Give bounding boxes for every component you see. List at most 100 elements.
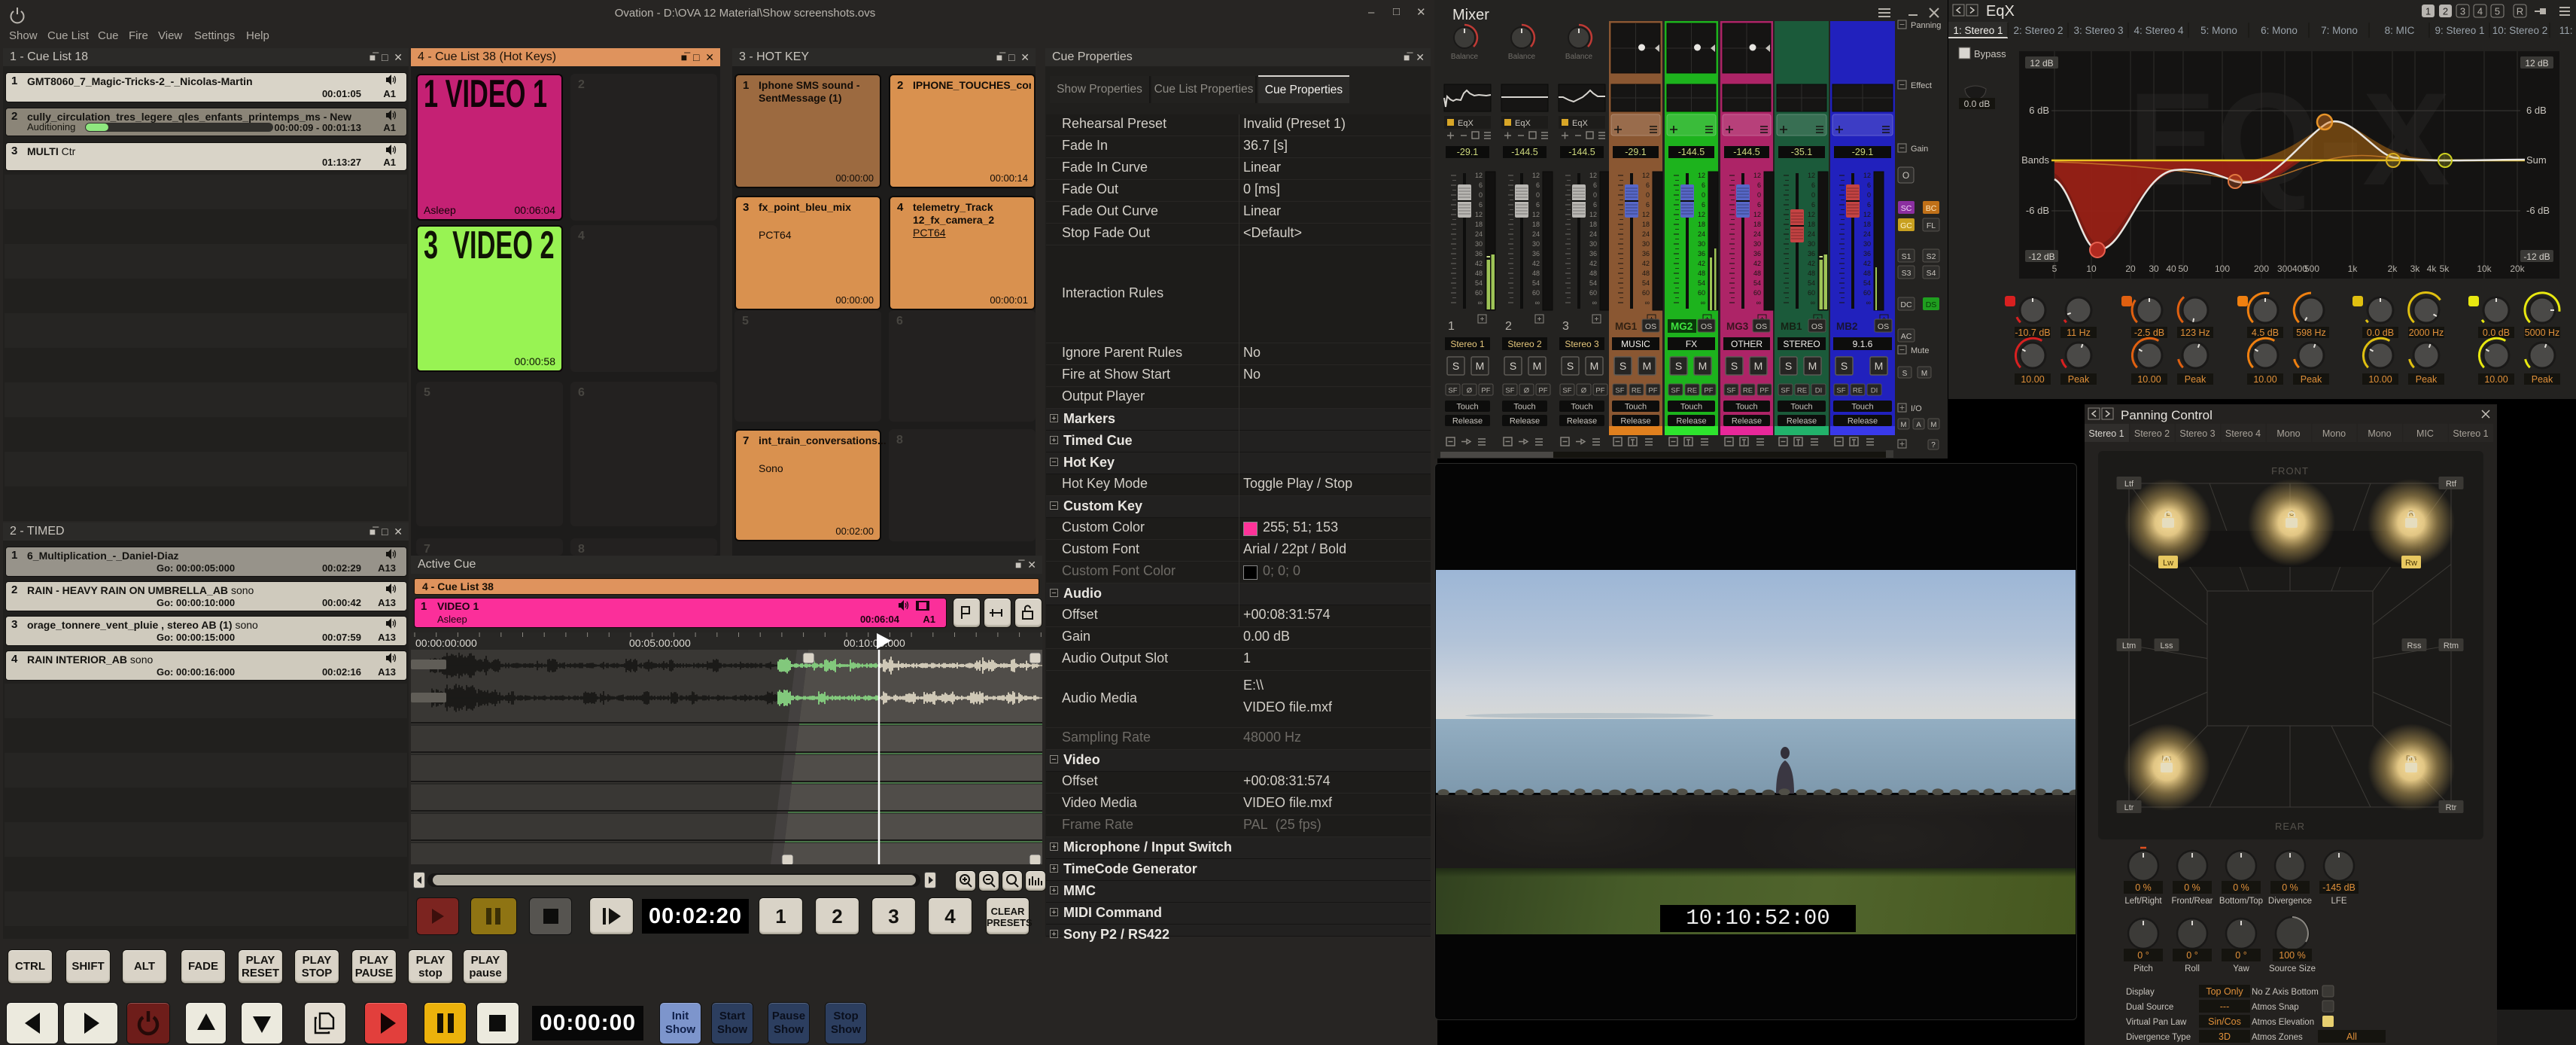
svg-text:36: 36 — [1863, 250, 1871, 257]
svg-text:Touch: Touch — [1625, 403, 1647, 412]
svg-text:AC: AC — [1901, 332, 1912, 341]
svg-text:100: 100 — [2215, 264, 2230, 274]
svg-text:S: S — [1731, 360, 1738, 372]
svg-text:Balance: Balance — [1508, 53, 1536, 61]
svg-text:RE: RE — [1632, 387, 1641, 395]
svg-text:RE: RE — [1687, 387, 1697, 395]
svg-text:Touch: Touch — [1571, 403, 1592, 412]
svg-text:48: 48 — [1863, 270, 1871, 277]
svg-text:30: 30 — [2149, 264, 2159, 274]
svg-text:300: 300 — [2277, 264, 2292, 274]
svg-text:42: 42 — [1475, 260, 1483, 267]
svg-text:4: 4 — [2477, 6, 2483, 17]
svg-text:6: 6 — [1646, 201, 1650, 209]
svg-text:6: 6 — [1867, 181, 1871, 189]
svg-text:9.1.6: 9.1.6 — [1853, 339, 1873, 349]
svg-text:M: M — [1931, 421, 1937, 429]
svg-text:I/O: I/O — [1911, 404, 1922, 413]
svg-text:S1: S1 — [1902, 252, 1911, 261]
svg-text:0: 0 — [1646, 191, 1650, 199]
svg-text:6 dB: 6 dB — [2526, 105, 2547, 116]
svg-text:M: M — [1875, 360, 1884, 372]
svg-text:30: 30 — [1808, 240, 1815, 248]
svg-text:-2.5 dB: -2.5 dB — [2134, 328, 2164, 338]
svg-text:10: Stereo 2: 10: Stereo 2 — [2492, 25, 2548, 36]
svg-text:Stereo 2: Stereo 2 — [1507, 339, 1542, 349]
svg-text:∞: ∞ — [1478, 299, 1483, 306]
svg-text:EqX: EqX — [1986, 3, 2015, 20]
svg-text:Mono: Mono — [2322, 428, 2346, 439]
svg-text:Panning Control: Panning Control — [2121, 408, 2213, 422]
svg-text:0: 0 — [1479, 191, 1483, 199]
svg-text:1: 1 — [2425, 6, 2431, 17]
svg-text:Bands: Bands — [2021, 154, 2049, 166]
svg-text:-10.7 dB: -10.7 dB — [2015, 328, 2050, 338]
svg-text:18: 18 — [1753, 221, 1761, 228]
svg-text:36: 36 — [1589, 250, 1597, 257]
svg-text:-12 dB: -12 dB — [2523, 251, 2550, 262]
svg-text:24: 24 — [1863, 230, 1871, 238]
svg-text:S3: S3 — [1902, 269, 1911, 278]
svg-text:10: 10 — [2086, 264, 2097, 274]
svg-text:0 %: 0 % — [2282, 882, 2298, 893]
svg-text:-144.5: -144.5 — [1733, 147, 1759, 157]
svg-text:42: 42 — [1698, 260, 1705, 267]
svg-text:10.00: 10.00 — [2368, 374, 2392, 385]
svg-text:Pitch: Pitch — [2133, 964, 2153, 973]
svg-text:Sin/Cos: Sin/Cos — [2208, 1016, 2241, 1027]
svg-text:0 %: 0 % — [2135, 882, 2152, 893]
svg-text:6: 6 — [1593, 181, 1597, 189]
svg-text:EqX: EqX — [1572, 119, 1588, 128]
svg-text:REAR: REAR — [2275, 821, 2305, 832]
svg-text:30: 30 — [1475, 240, 1483, 248]
svg-text:DS: DS — [1926, 300, 1937, 309]
svg-text:S: S — [1841, 360, 1848, 372]
svg-text:MB2: MB2 — [1836, 321, 1858, 332]
svg-text:-29.1: -29.1 — [1625, 147, 1647, 157]
svg-text:30: 30 — [1698, 240, 1705, 248]
svg-text:S4: S4 — [1927, 269, 1936, 278]
svg-text:Source Size: Source Size — [2269, 964, 2316, 973]
svg-text:12: 12 — [1863, 172, 1871, 179]
svg-text:1: Stereo 1: 1: Stereo 1 — [1953, 25, 2003, 36]
svg-text:EqX: EqX — [1515, 119, 1531, 128]
svg-text:30: 30 — [1753, 240, 1761, 248]
svg-text:20: 20 — [2125, 264, 2136, 274]
svg-text:Release: Release — [1452, 417, 1483, 426]
svg-text:36: 36 — [1532, 250, 1540, 257]
svg-text:5k: 5k — [2440, 264, 2450, 274]
svg-text:OS: OS — [1756, 322, 1767, 331]
svg-text:500: 500 — [2304, 264, 2319, 274]
svg-text:10.00: 10.00 — [2253, 374, 2276, 385]
svg-text:Gain: Gain — [1911, 145, 1928, 154]
svg-text:-6 dB: -6 dB — [2526, 205, 2550, 216]
svg-text:6 dB: 6 dB — [2029, 105, 2049, 116]
svg-text:-29.1: -29.1 — [1852, 147, 1874, 157]
svg-text:36: 36 — [1753, 250, 1761, 257]
svg-text:FX: FX — [1686, 339, 1697, 349]
svg-text:Left/Right: Left/Right — [2124, 897, 2162, 906]
svg-text:∞: ∞ — [1756, 299, 1761, 306]
svg-text:SF: SF — [1505, 387, 1514, 395]
svg-text:6: 6 — [1702, 181, 1705, 189]
svg-text:54: 54 — [1475, 279, 1483, 287]
svg-text:Lss: Lss — [2160, 641, 2173, 650]
svg-text:Rtr: Rtr — [2446, 803, 2457, 812]
svg-text:6: 6 — [1646, 181, 1650, 189]
svg-text:M: M — [1921, 370, 1927, 378]
svg-text:12: 12 — [1589, 172, 1597, 179]
svg-text:MIC: MIC — [2416, 428, 2434, 439]
svg-text:12: 12 — [1698, 172, 1705, 179]
svg-text:Display: Display — [2126, 988, 2155, 997]
svg-text:Atmos Snap: Atmos Snap — [2252, 1003, 2299, 1012]
svg-text:5: Mono: 5: Mono — [2200, 25, 2237, 36]
svg-text:Ltr: Ltr — [2124, 803, 2134, 812]
svg-text:∞: ∞ — [1592, 299, 1597, 306]
svg-text:40: 40 — [2166, 264, 2176, 274]
svg-text:Divergence: Divergence — [2268, 897, 2312, 906]
svg-text:1: 1 — [1448, 320, 1455, 333]
svg-text:3: 3 — [2460, 6, 2465, 17]
svg-text:12: 12 — [1753, 172, 1761, 179]
svg-text:Yaw: Yaw — [2233, 964, 2249, 973]
svg-text:00:10:00:000: 00:10:00:000 — [844, 637, 905, 649]
